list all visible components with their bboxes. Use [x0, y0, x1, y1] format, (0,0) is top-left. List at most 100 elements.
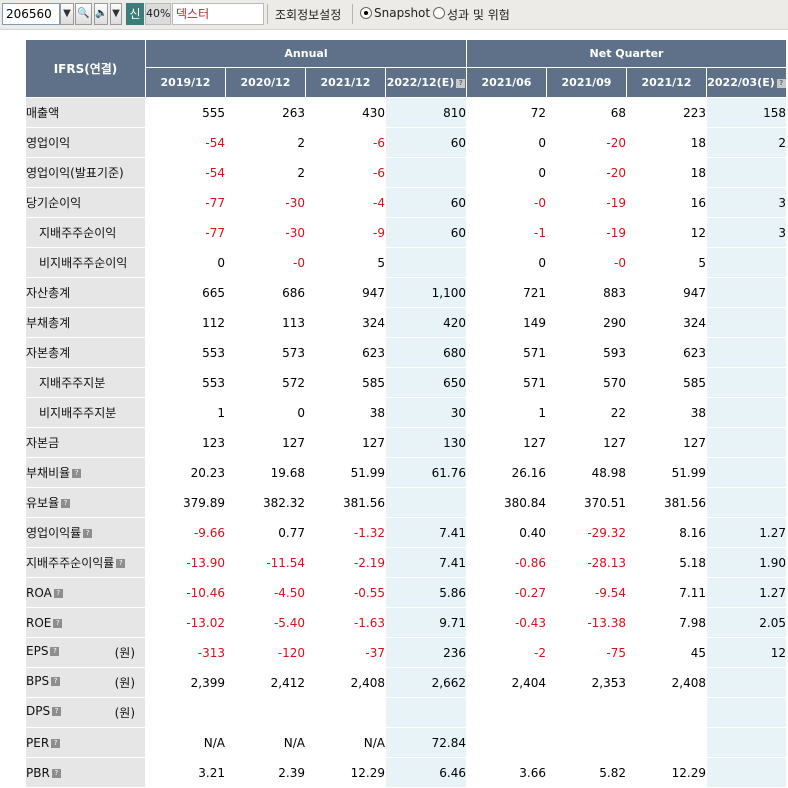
value-cell: 665: [145, 277, 226, 308]
value-cell: 2,353: [546, 667, 627, 698]
value-cell: 236: [385, 637, 467, 668]
value-cell: 2,412: [225, 667, 306, 698]
period-header: 2021/12: [626, 67, 707, 98]
value-cell: 5.82: [546, 757, 627, 788]
stock-code-dropdown-button[interactable]: ▼: [60, 3, 74, 25]
value-cell: [546, 697, 627, 728]
value-cell: [706, 307, 787, 338]
value-cell: -37: [305, 637, 386, 668]
value-cell: [385, 697, 467, 728]
value-cell: 680: [385, 337, 467, 368]
value-cell: 0: [466, 127, 547, 158]
value-cell: 380.84: [466, 487, 547, 518]
toolbar: ▼ 🔍 🔈 ▼ 신 40% 덱스터 조회정보설정 Snapshot 성과 및 위…: [0, 0, 788, 30]
value-cell: 6.46: [385, 757, 467, 788]
value-cell: -19: [546, 187, 627, 218]
value-cell: 127: [466, 427, 547, 458]
value-cell: -0: [225, 247, 306, 278]
table-row: 영업이익 -54 2 -6 60 0 -20 18 2: [25, 127, 787, 158]
speaker-icon: 🔈: [95, 8, 108, 19]
value-cell: 430: [305, 97, 386, 128]
value-cell: -6: [305, 127, 386, 158]
value-cell: -30: [225, 187, 306, 218]
row-label: 매출액: [25, 97, 146, 128]
table-row: BPS? (원) 2,399 2,412 2,408 2,662 2,404 2,353 2,4…: [25, 667, 787, 698]
row-label-text: PER: [26, 735, 50, 750]
value-cell: 593: [546, 337, 627, 368]
value-cell: N/A: [145, 727, 226, 758]
help-icon[interactable]: ?: [72, 469, 82, 478]
search-button[interactable]: 🔍: [75, 3, 92, 25]
value-cell: 0.77: [225, 517, 306, 548]
help-icon[interactable]: ?: [51, 677, 61, 686]
value-cell: 1.27: [706, 577, 787, 608]
row-label: 자산총계: [25, 277, 146, 308]
value-cell: 2: [225, 157, 306, 188]
table-row: ROE? -13.02 -5.40 -1.63 9.71 -0.43 -13.38 7.98 2…: [25, 607, 787, 638]
value-cell: 572: [225, 367, 306, 398]
row-label-text: ROA: [26, 585, 52, 600]
row-label: 부채비율?: [25, 457, 146, 488]
table-row: 부채총계 112 113 324 420 149 290 324: [25, 307, 787, 338]
table-row: 비지배주주순이익 0 -0 5 0 -0 5: [25, 247, 787, 278]
help-icon[interactable]: ?: [53, 618, 63, 628]
row-label-text: 비지배주주지분: [39, 406, 117, 420]
help-icon[interactable]: ?: [61, 499, 71, 508]
table-row: ROA? -10.46 -4.50 -0.55 5.86 -0.27 -9.54 7.11 1.…: [25, 577, 787, 608]
help-icon[interactable]: ?: [83, 529, 93, 538]
value-cell: -5.40: [225, 607, 306, 638]
help-icon[interactable]: ?: [116, 559, 126, 568]
help-icon[interactable]: ?: [456, 78, 466, 88]
speaker-dropdown-button[interactable]: ▼: [110, 3, 122, 25]
value-cell: [706, 727, 787, 758]
row-label-text: 영업이익률: [26, 526, 82, 540]
help-icon[interactable]: ?: [52, 707, 62, 716]
value-cell: -29.32: [546, 517, 627, 548]
value-cell: 623: [626, 337, 707, 368]
value-cell: 571: [466, 367, 547, 398]
value-cell: 623: [305, 337, 386, 368]
stock-code-input[interactable]: [2, 3, 60, 25]
help-icon[interactable]: ?: [51, 738, 61, 748]
value-cell: 5: [626, 247, 707, 278]
row-label-text: 자본총계: [26, 346, 71, 360]
table-row: 자본금 123 127 127 130 127 127 127: [25, 427, 787, 458]
help-icon[interactable]: ?: [50, 647, 60, 656]
value-cell: -30: [225, 217, 306, 248]
value-cell: -77: [145, 217, 226, 248]
row-label-text: 지배주주순이익: [39, 226, 117, 240]
period-label: 2021/06: [481, 76, 532, 89]
row-label-text: 부채비율: [26, 466, 71, 480]
help-icon[interactable]: ?: [51, 768, 61, 778]
value-cell: 2.05: [706, 607, 787, 638]
value-cell: 112: [145, 307, 226, 338]
query-settings-link[interactable]: 조회정보설정: [275, 6, 341, 23]
value-cell: 883: [546, 277, 627, 308]
help-icon[interactable]: ?: [776, 78, 786, 88]
value-cell: 72: [466, 97, 547, 128]
period-label: 2021/12: [320, 76, 371, 89]
value-cell: 0: [466, 157, 547, 188]
company-name-field[interactable]: 덱스터: [172, 3, 264, 25]
value-cell: 379.89: [145, 487, 226, 518]
value-cell: 2,404: [466, 667, 547, 698]
value-cell: [706, 697, 787, 728]
value-cell: 127: [546, 427, 627, 458]
new-badge[interactable]: 신: [126, 3, 144, 25]
snapshot-radio[interactable]: [360, 7, 372, 19]
help-icon[interactable]: ?: [53, 588, 63, 598]
value-cell: 1.27: [706, 517, 787, 548]
speaker-button[interactable]: 🔈: [94, 3, 108, 25]
snapshot-radio-label[interactable]: Snapshot: [374, 6, 430, 20]
value-cell: 553: [145, 367, 226, 398]
performance-risk-radio-label[interactable]: 성과 및 위험: [447, 6, 510, 23]
row-label-text: PBR: [26, 765, 50, 780]
performance-risk-radio[interactable]: [433, 7, 445, 19]
table-row: PBR? 3.21 2.39 12.29 6.46 3.66 5.82 12.29: [25, 757, 787, 788]
ifrs-header: IFRS(연결): [25, 39, 146, 98]
value-cell: 585: [305, 367, 386, 398]
search-icon: 🔍: [77, 8, 90, 19]
value-cell: -13.02: [145, 607, 226, 638]
value-cell: 1: [466, 397, 547, 428]
row-label-text: 자본금: [26, 436, 60, 450]
